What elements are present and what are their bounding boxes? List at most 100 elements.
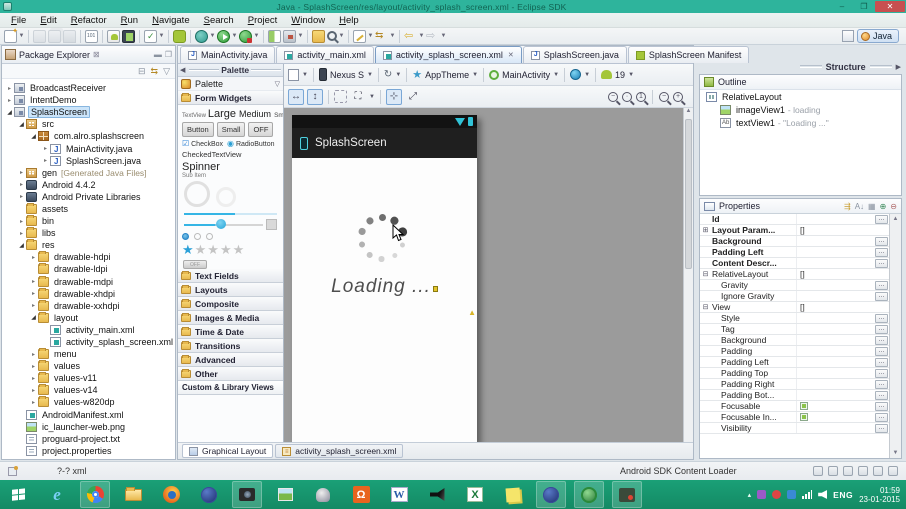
link-editor-icon[interactable] bbox=[375, 30, 388, 43]
collapse-all-icon[interactable]: ⊟ bbox=[138, 66, 146, 77]
back-menu-icon[interactable]: ▼ bbox=[418, 33, 425, 39]
chevron-down-icon[interactable]: ▼ bbox=[367, 72, 373, 78]
tree-item-drawable-mdpi[interactable]: ▸drawable-mdpi bbox=[2, 276, 175, 288]
editor-tab-mainactivity-java[interactable]: MainActivity.java bbox=[180, 46, 275, 63]
zoom-100-icon[interactable]: 1 bbox=[636, 92, 646, 102]
audio-dish-icon[interactable] bbox=[308, 481, 338, 508]
ellipsis-button[interactable]: … bbox=[875, 215, 888, 224]
java-perspective-button[interactable]: Java bbox=[857, 29, 899, 43]
avd-manager-icon[interactable] bbox=[122, 30, 135, 43]
prop-value[interactable]: [] bbox=[797, 225, 875, 235]
coverage-icon[interactable] bbox=[268, 30, 281, 43]
close-button[interactable]: ✕ bbox=[875, 1, 905, 12]
ellipsis-button[interactable]: … bbox=[875, 369, 888, 378]
capture-app-icon[interactable] bbox=[612, 481, 642, 508]
chevron-right-icon[interactable]: ▶ bbox=[896, 63, 901, 71]
volume-tray-icon[interactable] bbox=[818, 490, 827, 499]
tree-item-activity-main-xml[interactable]: activity_main.xml bbox=[2, 324, 175, 336]
android-sdk-manager-icon[interactable] bbox=[107, 30, 120, 43]
bottom-tab-activity-splash-screen-xml[interactable]: ≡activity_splash_screen.xml bbox=[275, 444, 403, 458]
maximize-view-icon[interactable]: ❐ bbox=[165, 50, 172, 59]
language-indicator[interactable]: ENG bbox=[833, 490, 853, 500]
chevron-down-icon[interactable]: ▼ bbox=[472, 72, 478, 78]
expander-collapsed-icon[interactable]: ▸ bbox=[17, 181, 26, 188]
scroll-up-icon[interactable]: ▲ bbox=[684, 108, 693, 118]
photos-icon[interactable] bbox=[270, 481, 300, 508]
run-icon[interactable] bbox=[217, 30, 230, 43]
minimize-view-icon[interactable]: ▬ bbox=[154, 50, 162, 59]
prop-row-padding-top[interactable]: Padding Top… bbox=[700, 368, 889, 379]
prop-value[interactable] bbox=[797, 413, 875, 421]
expander-collapsed-icon[interactable]: ▸ bbox=[17, 193, 26, 200]
show-categories-icon[interactable]: ▦ bbox=[868, 202, 876, 211]
config-icon[interactable] bbox=[288, 69, 299, 81]
expander-collapsed-icon[interactable]: ▸ bbox=[29, 387, 38, 394]
ellipsis-button[interactable]: … bbox=[875, 336, 888, 345]
annotation-menu-icon[interactable]: ▼ bbox=[367, 33, 374, 39]
palette-section-images-media[interactable]: Images & Media bbox=[178, 311, 283, 325]
expander-collapsed-icon[interactable]: ▸ bbox=[29, 290, 38, 297]
prop-value[interactable]: [] bbox=[797, 269, 875, 279]
checkbox[interactable] bbox=[800, 413, 808, 421]
tree-item-proguard-project-txt[interactable]: proguard-project.txt bbox=[2, 433, 175, 445]
locale-icon[interactable] bbox=[570, 69, 581, 80]
prop-row-layout-param[interactable]: ⊞Layout Param...[] bbox=[700, 225, 889, 236]
expander-expanded-icon[interactable]: ◢ bbox=[29, 133, 38, 140]
planet-app-icon[interactable] bbox=[536, 481, 566, 508]
outline-item-textview1[interactable]: textView1- "Loading ..." bbox=[700, 116, 901, 129]
palette-section-transitions[interactable]: Transitions bbox=[178, 339, 283, 353]
ellipsis-button[interactable]: … bbox=[875, 358, 888, 367]
zoom-to-fit-button[interactable]: ⤢ bbox=[405, 89, 421, 105]
excel-icon[interactable]: X bbox=[460, 481, 490, 508]
tree-item-activity-splash-screen-xml[interactable]: activity_splash_screen.xml bbox=[2, 336, 175, 348]
collapse-palette-icon[interactable]: ◀ bbox=[180, 66, 185, 74]
ellipsis-button[interactable]: … bbox=[875, 314, 888, 323]
spinner-widget[interactable]: Spinner Sub Item bbox=[182, 161, 279, 179]
prop-row-background[interactable]: Background… bbox=[700, 236, 889, 247]
seekbar-widget[interactable] bbox=[184, 219, 277, 229]
chevron-down-icon[interactable]: ▼ bbox=[302, 72, 308, 78]
prop-row-visibility[interactable]: Visibility… bbox=[700, 423, 889, 434]
palette-section-time-date[interactable]: Time & Date bbox=[178, 325, 283, 339]
expander-collapsed-icon[interactable]: ▸ bbox=[29, 399, 38, 406]
zoom-plus-icon[interactable]: + bbox=[673, 92, 683, 102]
menu-project[interactable]: Project bbox=[241, 15, 285, 26]
scroll-up-icon[interactable]: ▲ bbox=[893, 216, 899, 222]
expander-collapsed-icon[interactable]: ▸ bbox=[41, 157, 50, 164]
profile-menu-icon[interactable]: ▼ bbox=[253, 33, 260, 39]
prop-row-padding-bot[interactable]: Padding Bot...… bbox=[700, 390, 889, 401]
pin-icon[interactable]: ⇶ bbox=[844, 202, 851, 211]
print-icon[interactable] bbox=[63, 30, 76, 43]
new-android-app-icon[interactable] bbox=[173, 30, 186, 43]
zoom-out-icon[interactable]: − bbox=[608, 92, 618, 102]
prop-row-content-descr[interactable]: Content Descr...… bbox=[700, 258, 889, 269]
menu-run[interactable]: Run bbox=[114, 15, 145, 26]
open-resource-icon[interactable] bbox=[312, 30, 325, 43]
palette-section-text-fields[interactable]: Text Fields bbox=[178, 269, 283, 283]
menu-edit[interactable]: Edit bbox=[33, 15, 63, 26]
prop-row-gravity[interactable]: Gravity… bbox=[700, 280, 889, 291]
minimize-button[interactable]: ‒ bbox=[831, 1, 853, 12]
palette-section-other[interactable]: Other bbox=[178, 367, 283, 381]
last-edit-icon[interactable] bbox=[353, 30, 366, 43]
tree-item-menu[interactable]: ▸menu bbox=[2, 348, 175, 360]
tree-item-values[interactable]: ▸values bbox=[2, 360, 175, 372]
prop-row-background[interactable]: Background… bbox=[700, 335, 889, 346]
expander-collapsed-icon[interactable]: ▸ bbox=[5, 97, 14, 104]
new-wizard-icon[interactable] bbox=[4, 30, 17, 43]
back-icon[interactable] bbox=[404, 30, 417, 43]
tree-item-values-v14[interactable]: ▸values-v14 bbox=[2, 384, 175, 396]
checkedtextview-widget[interactable]: CheckedTextView bbox=[182, 150, 279, 159]
sort-alphabetic-icon[interactable]: A↓ bbox=[855, 202, 864, 211]
globe-icon[interactable] bbox=[194, 481, 224, 508]
tree-item-intentdemo[interactable]: ▸IntentDemo bbox=[2, 94, 175, 106]
word-icon[interactable]: W bbox=[384, 481, 414, 508]
save-all-icon[interactable] bbox=[48, 30, 61, 43]
progressbar-small-widget[interactable] bbox=[216, 187, 236, 207]
prop-row-padding[interactable]: Padding… bbox=[700, 346, 889, 357]
error-tray-icon[interactable] bbox=[772, 490, 781, 499]
view-menu-icon[interactable]: ▽ bbox=[163, 66, 170, 77]
expand-all-icon[interactable]: ⊕ bbox=[880, 202, 887, 211]
menu-window[interactable]: Window bbox=[284, 15, 332, 26]
expand-icon[interactable]: ⊞ bbox=[700, 226, 711, 234]
